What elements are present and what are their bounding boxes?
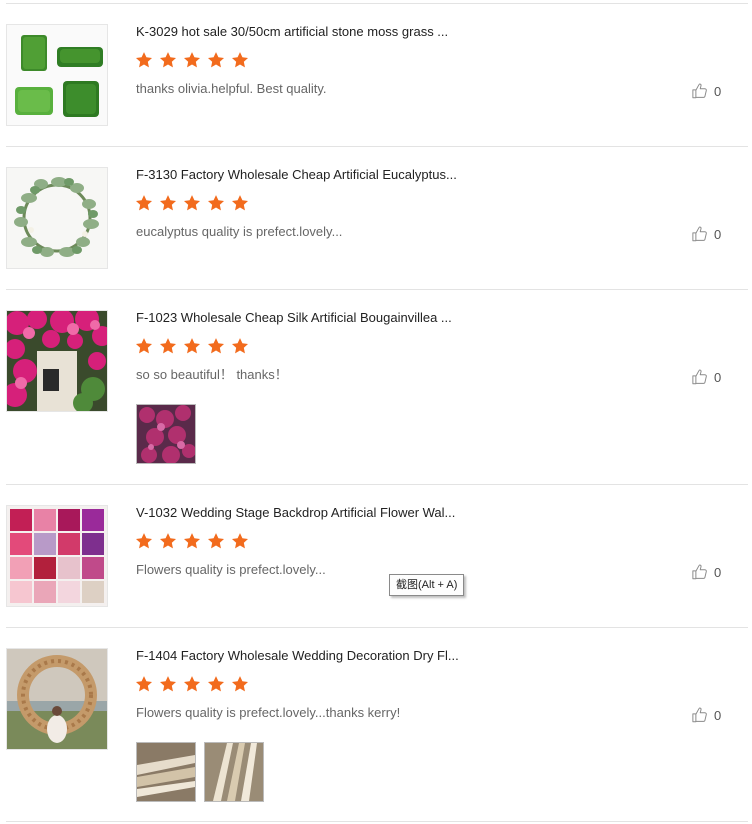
like-count: 0 [714, 707, 722, 723]
review-comment: eucalyptus quality is prefect.lovely... [136, 224, 343, 239]
like-count: 0 [714, 369, 722, 385]
thumbs-up-icon[interactable] [691, 706, 709, 724]
star-icon [207, 675, 225, 693]
product-title[interactable]: V-1032 Wedding Stage Backdrop Artificial… [136, 505, 476, 521]
star-icon [135, 194, 153, 212]
divider [6, 627, 748, 628]
thumbs-up-icon[interactable] [691, 82, 709, 100]
review-comment: thanks olivia.helpful. Best quality. [136, 81, 327, 96]
review-photos [136, 742, 272, 802]
rating-stars [135, 337, 250, 355]
rating-stars [135, 675, 250, 693]
divider [6, 146, 748, 147]
review-photo[interactable] [136, 742, 196, 802]
product-title[interactable]: K-3029 hot sale 30/50cm artificial stone… [136, 24, 476, 40]
screenshot-tooltip: 截图(Alt + A) [389, 574, 465, 596]
divider [6, 3, 748, 4]
star-icon [159, 51, 177, 69]
like-button[interactable]: 0 [691, 706, 721, 724]
product-image[interactable] [6, 648, 108, 750]
product-image[interactable] [6, 310, 108, 412]
star-icon [207, 194, 225, 212]
star-icon [183, 532, 201, 550]
star-icon [231, 194, 249, 212]
divider [6, 484, 748, 485]
product-image[interactable] [6, 505, 108, 607]
star-icon [135, 51, 153, 69]
like-button[interactable]: 0 [691, 82, 721, 100]
star-icon [207, 51, 225, 69]
star-icon [159, 337, 177, 355]
star-icon [231, 675, 249, 693]
divider [6, 821, 748, 822]
product-title[interactable]: F-3130 Factory Wholesale Cheap Artificia… [136, 167, 476, 183]
like-count: 0 [714, 226, 722, 242]
star-icon [159, 532, 177, 550]
star-icon [135, 337, 153, 355]
thumbs-up-icon[interactable] [691, 563, 709, 581]
like-count: 0 [714, 564, 722, 580]
rating-stars [135, 51, 250, 69]
thumbs-up-icon[interactable] [691, 225, 709, 243]
product-image[interactable] [6, 24, 108, 126]
star-icon [135, 675, 153, 693]
like-button[interactable]: 0 [691, 368, 721, 386]
star-icon [135, 532, 153, 550]
review-photos [136, 404, 204, 464]
star-icon [231, 51, 249, 69]
product-image[interactable] [6, 167, 108, 269]
star-icon [183, 194, 201, 212]
star-icon [159, 675, 177, 693]
review-comment: Flowers quality is prefect.lovely...than… [136, 705, 401, 720]
like-count: 0 [714, 83, 722, 99]
product-title[interactable]: F-1023 Wholesale Cheap Silk Artificial B… [136, 310, 476, 326]
divider [6, 289, 748, 290]
star-icon [183, 51, 201, 69]
like-button[interactable]: 0 [691, 563, 721, 581]
review-comment: so so beautiful！ thanks！ [136, 367, 288, 382]
thumbs-up-icon[interactable] [691, 368, 709, 386]
review-photo[interactable] [136, 404, 196, 464]
star-icon [231, 337, 249, 355]
rating-stars [135, 194, 250, 212]
star-icon [183, 675, 201, 693]
rating-stars [135, 532, 250, 550]
star-icon [183, 337, 201, 355]
star-icon [231, 532, 249, 550]
star-icon [159, 194, 177, 212]
star-icon [207, 337, 225, 355]
star-icon [207, 532, 225, 550]
product-title[interactable]: F-1404 Factory Wholesale Wedding Decorat… [136, 648, 476, 664]
review-photo[interactable] [204, 742, 264, 802]
like-button[interactable]: 0 [691, 225, 721, 243]
